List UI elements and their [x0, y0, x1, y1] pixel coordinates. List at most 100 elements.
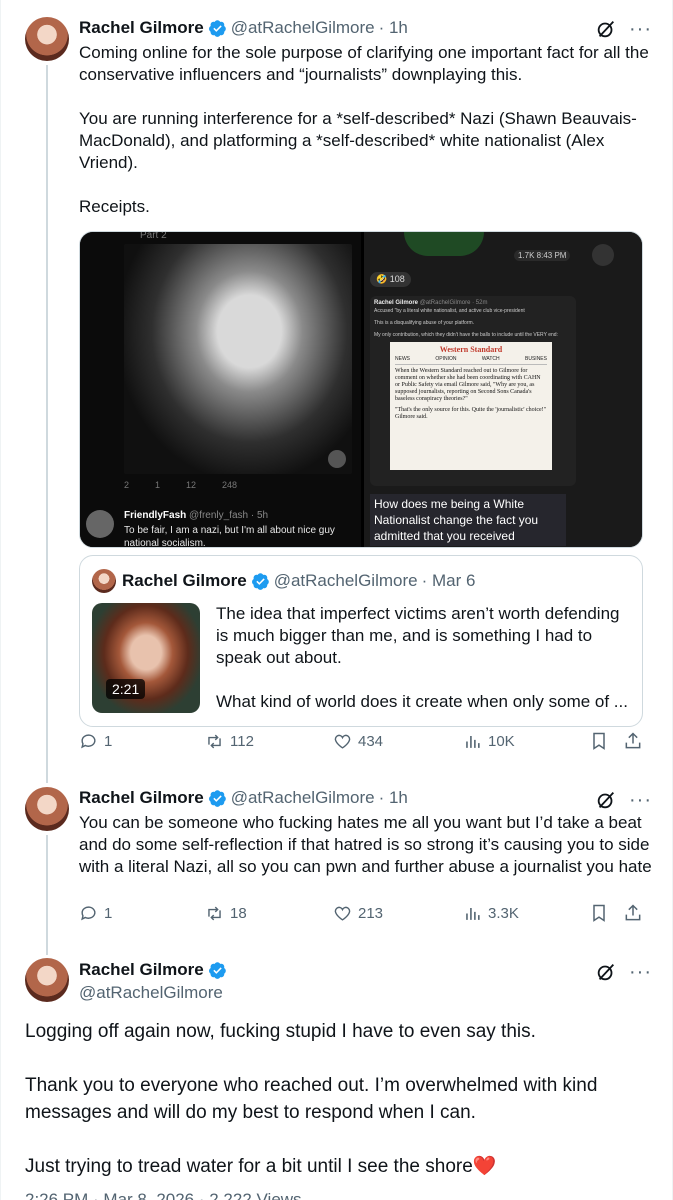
- avatar[interactable]: [25, 17, 69, 61]
- caption-bubble: How does me being a White Nationalist ch…: [370, 494, 566, 546]
- author-name[interactable]: Rachel Gilmore: [79, 788, 204, 808]
- thread-line: [46, 835, 48, 955]
- share-icon[interactable]: [623, 903, 643, 923]
- like-icon: [334, 734, 351, 749]
- avatar[interactable]: [25, 787, 69, 831]
- article-card: Western Standard NEWS OPINION WATCH BUSI…: [390, 342, 552, 470]
- quote-video-thumb[interactable]: 2:21: [92, 603, 200, 713]
- author-handle[interactable]: @atRachelGilmore: [79, 983, 223, 1003]
- reply-text: To be fair, I am a nazi, but I'm all abo…: [124, 525, 335, 548]
- views-icon: [466, 735, 480, 748]
- reply-handle: @frenly_fash · 5h: [189, 510, 269, 521]
- tweet-3-focused[interactable]: Rachel Gilmore @atRachelGilmore ··· Logg…: [1, 950, 673, 1200]
- verified-icon: [251, 572, 269, 590]
- share-arrow-icon[interactable]: [592, 244, 614, 266]
- views-icon: [466, 907, 480, 920]
- paper-tabs: NEWS OPINION WATCH BUSINES: [395, 354, 547, 365]
- reply-count: 1: [104, 732, 113, 750]
- timeline: Rachel Gilmore @atRachelGilmore · 1h ···…: [0, 0, 673, 1200]
- tweet-2[interactable]: Rachel Gilmore @atRachelGilmore · 1h ···…: [1, 780, 673, 955]
- left-views[interactable]: 248: [222, 480, 237, 490]
- repost-icon: [208, 906, 221, 920]
- inner-line-2: This is a disqualifying abuse of your pl…: [374, 320, 475, 326]
- tweet-time[interactable]: · 1h: [379, 788, 408, 808]
- media-screenshot-right[interactable]: 1.7K 8:43 PM 🤣 108 Rachel Gilmore @atRac…: [364, 232, 642, 547]
- like-button[interactable]: 213: [333, 904, 383, 923]
- verified-icon: [208, 19, 226, 37]
- media-screenshot-left[interactable]: Part 2 2 1 12 248 FriendlyFash @frenly_f…: [80, 231, 361, 548]
- tweet-header: Rachel Gilmore @atRachelGilmore · 1h: [79, 18, 408, 38]
- grok-icon[interactable]: [595, 789, 617, 811]
- like-count: 213: [358, 904, 384, 922]
- author-handle[interactable]: @atRachelGilmore: [231, 788, 375, 808]
- timestamp-footer[interactable]: 2:26 PM · Mar 8, 2026 · 2,222 Views: [25, 1190, 302, 1200]
- reply-icon: [81, 733, 96, 748]
- left-likes[interactable]: 12: [186, 480, 196, 490]
- repost-count: 112: [230, 732, 254, 750]
- views-button[interactable]: 10K: [463, 732, 515, 751]
- views-button[interactable]: 3.3K: [463, 904, 519, 923]
- tweet-text: You can be someone who fucking hates me …: [79, 813, 655, 876]
- reply-button[interactable]: 1: [79, 732, 112, 751]
- more-icon[interactable]: ···: [629, 19, 652, 39]
- green-header: [404, 232, 484, 256]
- author-handle[interactable]: @atRachelGilmore: [231, 18, 375, 38]
- views-badge: 1.7K 8:43 PM: [514, 250, 571, 261]
- reply-button[interactable]: 1: [79, 904, 112, 923]
- share-icon[interactable]: [623, 731, 643, 751]
- article-paragraph-1: When the Western Standard reached out to…: [395, 368, 541, 402]
- left-reposts[interactable]: 1: [155, 480, 160, 490]
- more-icon[interactable]: ···: [629, 790, 652, 810]
- inner-line-3: My only contribution, which they didn't …: [374, 332, 558, 338]
- quote-header: Rachel Gilmore @atRachelGilmore · Mar 6: [122, 571, 475, 591]
- avatar[interactable]: [25, 958, 69, 1002]
- inner-line-1: Accused "by a literal white nationalist,…: [374, 308, 525, 314]
- tweet-text: Coming online for the sole purpose of cl…: [79, 43, 649, 216]
- verified-icon: [208, 961, 226, 979]
- quote-text: The idea that imperfect victims aren’t w…: [216, 604, 628, 711]
- mute-icon[interactable]: [328, 450, 346, 468]
- quote-author-name[interactable]: Rachel Gilmore: [122, 571, 247, 591]
- views-count: 3.3K: [488, 904, 519, 922]
- reply-icon: [81, 905, 96, 920]
- left-action-bar: 2 1 12 248: [124, 480, 354, 490]
- reaction-count: 108: [389, 274, 405, 284]
- reply-header: FriendlyFash @frenly_fash · 5h: [124, 510, 268, 521]
- reply-name: FriendlyFash: [124, 510, 187, 521]
- video-duration: 2:21: [106, 679, 146, 699]
- inner-tweet: Rachel Gilmore @atRachelGilmore · 52m Ac…: [370, 296, 576, 486]
- quote-date[interactable]: · Mar 6: [422, 571, 476, 591]
- author-name[interactable]: Rachel Gilmore: [79, 960, 204, 980]
- repost-icon: [208, 734, 221, 748]
- verified-icon: [208, 789, 226, 807]
- tweet-time[interactable]: · 1h: [379, 18, 408, 38]
- grok-icon[interactable]: [595, 18, 617, 40]
- reply-avatar: [86, 510, 114, 538]
- like-icon: [334, 906, 351, 921]
- repost-count: 18: [230, 904, 247, 922]
- quote-tweet[interactable]: Rachel Gilmore @atRachelGilmore · Mar 6 …: [79, 555, 643, 727]
- grok-icon[interactable]: [595, 961, 617, 983]
- inner-name: Rachel Gilmore: [374, 300, 419, 306]
- more-icon[interactable]: ···: [629, 962, 652, 982]
- reaction-chip: 🤣 108: [370, 272, 411, 287]
- bookmark-icon[interactable]: [589, 731, 609, 751]
- part-label: Part 2: [140, 231, 167, 241]
- repost-button[interactable]: 112: [205, 732, 254, 751]
- author-name[interactable]: Rachel Gilmore: [79, 18, 204, 38]
- media-grid[interactable]: Part 2 2 1 12 248 FriendlyFash @frenly_f…: [79, 231, 643, 548]
- left-replies[interactable]: 2: [124, 480, 129, 490]
- video-still[interactable]: [124, 244, 352, 474]
- tweet-header: Rachel Gilmore: [79, 960, 227, 980]
- repost-button[interactable]: 18: [205, 904, 247, 923]
- article-paragraph-2: "That's the only source for this. Quite …: [395, 407, 547, 420]
- quote-avatar[interactable]: [92, 569, 116, 593]
- tweet-1[interactable]: Rachel Gilmore @atRachelGilmore · 1h ···…: [1, 0, 673, 783]
- tweet-text: Logging off again now, fucking stupid I …: [25, 1021, 598, 1177]
- tweet-header: Rachel Gilmore @atRachelGilmore · 1h: [79, 788, 408, 808]
- reply-count: 1: [104, 904, 113, 922]
- like-button[interactable]: 434: [333, 732, 383, 751]
- bookmark-icon[interactable]: [589, 903, 609, 923]
- quote-handle[interactable]: @atRachelGilmore: [274, 571, 418, 591]
- paper-name: Western Standard: [439, 345, 503, 354]
